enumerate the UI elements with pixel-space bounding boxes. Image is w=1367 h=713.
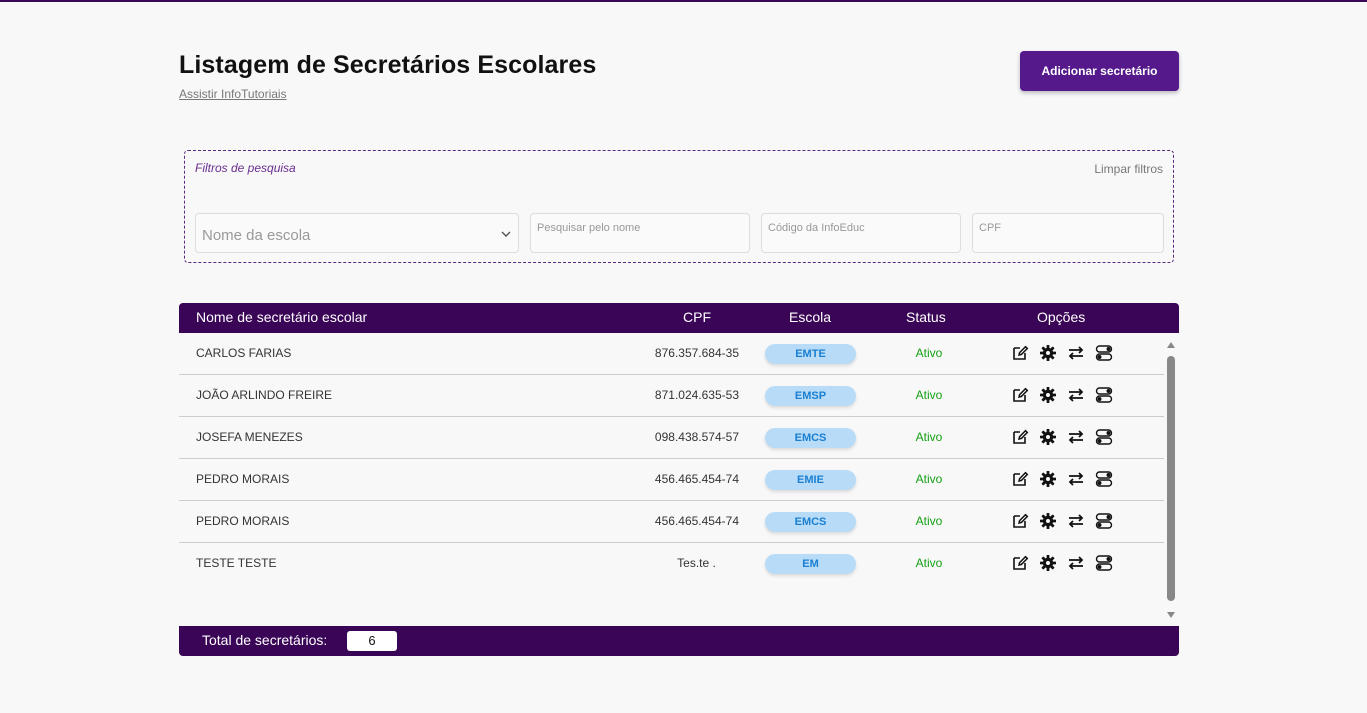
secretary-name: JOSEFA MENEZES: [196, 430, 303, 444]
row-options: [1011, 512, 1121, 532]
secretary-name: PEDRO MORAIS: [196, 472, 290, 486]
school-badge: EMSP: [765, 386, 856, 406]
infoeduc-code-placeholder: Código da InfoEduc: [768, 222, 865, 234]
swap-icon[interactable]: [1067, 554, 1085, 572]
column-options: Opções: [1037, 309, 1086, 325]
search-filters-panel: Filtros de pesquisa Limpar filtros Nome …: [184, 150, 1174, 263]
secretary-name: CARLOS FARIAS: [196, 346, 292, 360]
edit-icon[interactable]: [1011, 386, 1029, 404]
secretary-name: JOÃO ARLINDO FREIRE: [196, 388, 333, 402]
table-header: Nome de secretário escolar CPF Escola St…: [179, 303, 1179, 333]
secretary-name: TESTE TESTE: [196, 556, 277, 570]
secretary-cpf: 456.465.454-74: [654, 514, 739, 528]
edit-icon[interactable]: [1011, 470, 1029, 488]
school-badge: EM: [765, 554, 856, 574]
gear-icon[interactable]: [1039, 386, 1057, 404]
gear-icon[interactable]: [1039, 344, 1057, 362]
row-options: [1011, 554, 1121, 574]
gear-icon[interactable]: [1039, 470, 1057, 488]
toggle-icon[interactable]: [1095, 428, 1113, 446]
secretary-cpf: 871.024.635-53: [654, 388, 739, 402]
column-status: Status: [906, 309, 946, 325]
column-name: Nome de secretário escolar: [196, 309, 368, 325]
scroll-thumb[interactable]: [1167, 356, 1175, 601]
table-row: TESTE TESTE Tes.te . EM Ativo: [179, 543, 1164, 585]
swap-icon[interactable]: [1067, 428, 1085, 446]
swap-icon[interactable]: [1067, 470, 1085, 488]
tutorial-link[interactable]: Assistir InfoTutoriais: [179, 87, 287, 101]
cpf-input[interactable]: CPF: [972, 213, 1164, 253]
column-school: Escola: [789, 309, 832, 325]
row-options: [1011, 428, 1121, 448]
status-text: Ativo: [915, 556, 943, 570]
add-secretary-button[interactable]: Adicionar secretário: [1020, 51, 1179, 91]
toggle-icon[interactable]: [1095, 386, 1113, 404]
secretary-name: PEDRO MORAIS: [196, 514, 290, 528]
column-cpf: CPF: [683, 309, 711, 325]
status-text: Ativo: [915, 514, 943, 528]
page: Listagem de Secretários Escolares Assist…: [0, 0, 1367, 713]
status-text: Ativo: [915, 346, 943, 360]
secretary-cpf: 456.465.454-74: [654, 472, 739, 486]
school-badge: EMCS: [765, 512, 856, 532]
school-badge: EMTE: [765, 344, 856, 364]
name-search-input[interactable]: Pesquisar pelo nome: [530, 213, 750, 253]
filters-title: Filtros de pesquisa: [195, 161, 296, 175]
total-label: Total de secretários:: [202, 632, 328, 648]
status-text: Ativo: [915, 472, 943, 486]
table-footer: Total de secretários: 6: [179, 626, 1179, 656]
chevron-down-icon: [501, 231, 511, 237]
gear-icon[interactable]: [1039, 554, 1057, 572]
secretary-cpf: Tes.te .: [677, 556, 716, 570]
toggle-icon[interactable]: [1095, 470, 1113, 488]
table-row: PEDRO MORAIS 456.465.454-74 EMCS Ativo: [179, 501, 1164, 543]
swap-icon[interactable]: [1067, 344, 1085, 362]
table-row: JOSEFA MENEZES 098.438.574-57 EMCS Ativo: [179, 417, 1164, 459]
table-row: CARLOS FARIAS 876.357.684-35 EMTE Ativo: [179, 333, 1164, 375]
table-row: JOÃO ARLINDO FREIRE 871.024.635-53 EMSP …: [179, 375, 1164, 417]
toggle-icon[interactable]: [1095, 344, 1113, 362]
edit-icon[interactable]: [1011, 554, 1029, 572]
scroll-up-arrow-icon[interactable]: [1167, 342, 1175, 348]
page-title: Listagem de Secretários Escolares: [179, 51, 597, 79]
school-badge: EMIE: [765, 470, 856, 490]
toggle-icon[interactable]: [1095, 554, 1113, 572]
scroll-down-arrow-icon[interactable]: [1167, 612, 1175, 618]
edit-icon[interactable]: [1011, 344, 1029, 362]
total-count: 6: [347, 631, 397, 651]
gear-icon[interactable]: [1039, 512, 1057, 530]
edit-icon[interactable]: [1011, 428, 1029, 446]
school-badge: EMCS: [765, 428, 856, 448]
clear-filters-button[interactable]: Limpar filtros: [1094, 162, 1163, 176]
row-options: [1011, 470, 1121, 490]
secretary-cpf: 098.438.574-57: [654, 430, 739, 444]
table-scrollbar[interactable]: [1165, 340, 1177, 620]
status-text: Ativo: [915, 388, 943, 402]
swap-icon[interactable]: [1067, 386, 1085, 404]
infoeduc-code-input[interactable]: Código da InfoEduc: [761, 213, 961, 253]
school-select[interactable]: Nome da escola: [195, 213, 519, 253]
toggle-icon[interactable]: [1095, 512, 1113, 530]
school-select-placeholder: Nome da escola: [202, 227, 311, 244]
row-options: [1011, 344, 1121, 364]
secretary-cpf: 876.357.684-35: [654, 346, 739, 360]
name-search-placeholder: Pesquisar pelo nome: [537, 222, 641, 234]
table-body: CARLOS FARIAS 876.357.684-35 EMTE Ativo …: [179, 333, 1179, 626]
row-options: [1011, 386, 1121, 406]
swap-icon[interactable]: [1067, 512, 1085, 530]
gear-icon[interactable]: [1039, 428, 1057, 446]
status-text: Ativo: [915, 430, 943, 444]
cpf-placeholder: CPF: [979, 222, 1001, 234]
edit-icon[interactable]: [1011, 512, 1029, 530]
table-row: PEDRO MORAIS 456.465.454-74 EMIE Ativo: [179, 459, 1164, 501]
